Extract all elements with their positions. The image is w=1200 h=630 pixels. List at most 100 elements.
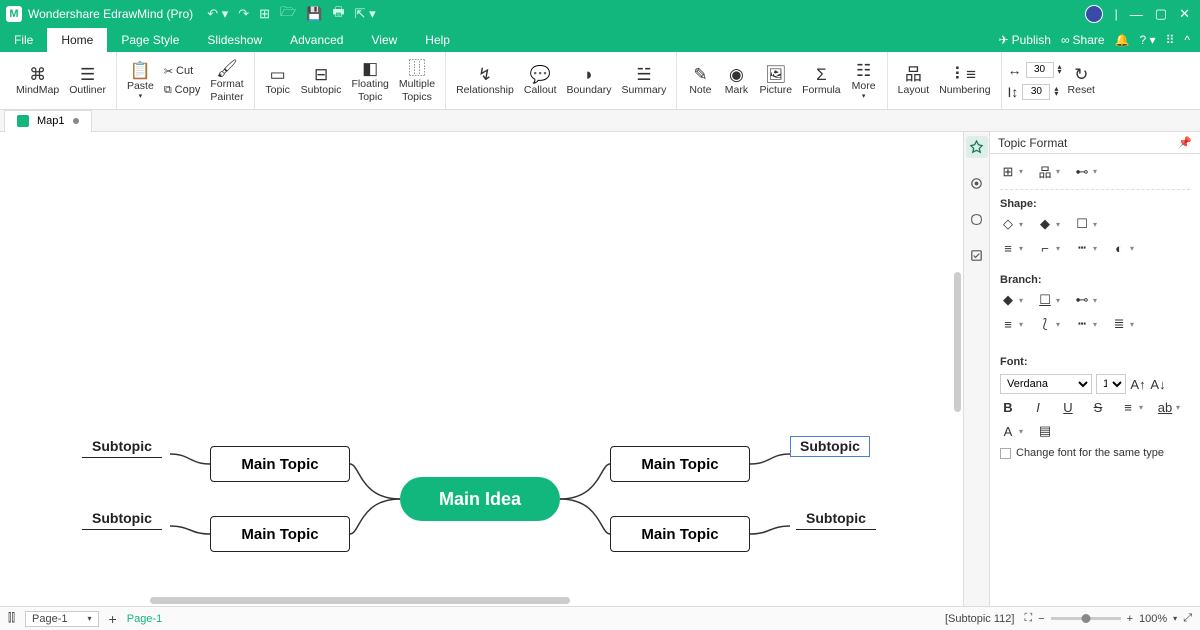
save-icon[interactable]: 💾 — [306, 6, 322, 22]
formula-button[interactable]: ΣFormula — [798, 62, 845, 98]
font-name-select[interactable]: Verdana — [1000, 374, 1092, 394]
layout-type-button[interactable]: ⊞▾ — [1000, 164, 1023, 180]
redo-icon[interactable]: ↷ — [238, 6, 249, 22]
branch-line-button[interactable]: ≡▾ — [1000, 317, 1023, 332]
menu-advanced[interactable]: Advanced — [276, 28, 357, 52]
layout-button[interactable]: 品Layout — [894, 62, 934, 98]
mindmap-button[interactable]: ⌘MindMap — [12, 62, 63, 98]
share-button[interactable]: ∞ Share — [1061, 33, 1105, 47]
bold-button[interactable]: B — [1000, 400, 1016, 415]
horizontal-scrollbar[interactable] — [150, 597, 570, 604]
open-icon[interactable]: 🗁 — [280, 3, 296, 25]
branch-curve-button[interactable]: ⟅▾ — [1037, 316, 1060, 332]
paste-button[interactable]: 📋Paste▾ — [123, 58, 158, 102]
zoom-out-button[interactable]: − — [1038, 613, 1044, 625]
picture-button[interactable]: 🖼Picture — [755, 62, 796, 98]
export-icon[interactable]: ⇱ ▾ — [355, 6, 376, 22]
subtopic[interactable]: Subtopic — [82, 436, 162, 458]
menu-slideshow[interactable]: Slideshow — [193, 28, 276, 52]
boundary-button[interactable]: ◗Boundary — [563, 62, 616, 98]
subtopic-selected[interactable]: Subtopic — [790, 436, 870, 457]
numbering-button[interactable]: ⠇≡Numbering — [935, 62, 994, 98]
page-tab[interactable]: Page-1 — [127, 613, 162, 625]
font-size-select[interactable]: 14 — [1096, 374, 1126, 394]
vertical-scrollbar[interactable] — [954, 272, 961, 412]
print-icon[interactable]: 🖶 — [332, 3, 344, 25]
maximize-button[interactable]: ▢ — [1155, 6, 1167, 22]
align-button[interactable]: ≡▾ — [1120, 400, 1143, 415]
fit-icon[interactable]: ⛶ — [1024, 612, 1032, 625]
undo-icon[interactable]: ↶ ▾ — [207, 6, 228, 22]
menu-file[interactable]: File — [0, 28, 47, 52]
outliner-button[interactable]: ☰Outliner — [65, 62, 110, 98]
shape-border-button[interactable]: ☐▾ — [1074, 216, 1097, 232]
branch-style-button[interactable]: ☐▾ — [1037, 292, 1060, 308]
reset-button[interactable]: ↻Reset — [1064, 62, 1099, 98]
close-button[interactable]: ✕ — [1179, 6, 1190, 22]
strike-button[interactable]: S — [1090, 400, 1106, 415]
italic-button[interactable]: I — [1030, 400, 1046, 415]
mark-button[interactable]: ◉Mark — [719, 62, 753, 98]
subtopic-button[interactable]: ⊟Subtopic — [297, 62, 346, 98]
subtopic[interactable]: Subtopic — [796, 508, 876, 530]
shape-color-button[interactable]: ◆▾ — [1037, 216, 1060, 232]
connector-style-button[interactable]: ⊷▾ — [1074, 164, 1097, 180]
menu-help[interactable]: Help — [411, 28, 464, 52]
canvas[interactable]: Main Idea Main Topic Main Topic Main Top… — [0, 132, 964, 606]
corner-button[interactable]: ⌐▾ — [1037, 241, 1060, 256]
topic-button[interactable]: ▭Topic — [261, 62, 295, 98]
note-button[interactable]: ✎Note — [683, 62, 717, 98]
page-selector[interactable]: Page-1▾ — [25, 611, 99, 627]
para-button[interactable]: ▤ — [1037, 423, 1053, 439]
document-tab[interactable]: Map1 — [4, 110, 92, 132]
underline-button[interactable]: U — [1060, 400, 1076, 415]
branch-color-button[interactable]: ◆▾ — [1000, 292, 1023, 308]
task-icon[interactable] — [966, 244, 988, 266]
menu-home[interactable]: Home — [47, 28, 107, 52]
theme-icon[interactable] — [966, 172, 988, 194]
menu-view[interactable]: View — [357, 28, 411, 52]
line-style-button[interactable]: ≡▾ — [1000, 241, 1023, 256]
dash-button[interactable]: ┅▾ — [1074, 240, 1097, 256]
branch-end-button[interactable]: ≣▾ — [1111, 316, 1134, 332]
collapse-ribbon-icon[interactable]: ^ — [1184, 33, 1190, 47]
clip-icon[interactable] — [966, 208, 988, 230]
menu-page-style[interactable]: Page Style — [107, 28, 193, 52]
minimize-button[interactable]: — — [1130, 7, 1143, 22]
summary-button[interactable]: ☱Summary — [618, 62, 671, 98]
pin-icon[interactable]: 📌 — [1178, 136, 1192, 149]
main-topic[interactable]: Main Topic — [610, 516, 750, 552]
zoom-slider[interactable] — [1051, 617, 1121, 620]
subtopic[interactable]: Subtopic — [82, 508, 162, 530]
shape-fill-button[interactable]: ◇▾ — [1000, 216, 1023, 232]
floating-topic-button[interactable]: ◧FloatingTopic — [348, 56, 393, 104]
shadow-button[interactable]: ◐▾ — [1111, 241, 1134, 256]
help-icon[interactable]: ? ▾ — [1140, 33, 1156, 47]
apps-icon[interactable]: ⠿ — [1166, 33, 1175, 47]
user-avatar-icon[interactable] — [1085, 5, 1103, 23]
central-topic[interactable]: Main Idea — [400, 477, 560, 521]
copy-button[interactable]: ⧉Copy — [160, 82, 205, 99]
new-icon[interactable]: ⊞ — [259, 6, 270, 22]
main-topic[interactable]: Main Topic — [210, 516, 350, 552]
format-icon[interactable] — [966, 136, 988, 158]
cut-button[interactable]: ✂Cut — [160, 63, 205, 80]
increase-font-button[interactable]: A↑ — [1130, 377, 1146, 392]
callout-button[interactable]: 💬Callout — [520, 62, 561, 98]
more-button[interactable]: ☷More▾ — [847, 58, 881, 102]
highlight-button[interactable]: ab▾ — [1157, 400, 1180, 415]
bell-icon[interactable]: 🔔 — [1115, 33, 1130, 47]
branch-connector-button[interactable]: ⊷▾ — [1074, 292, 1097, 308]
publish-button[interactable]: ✈ Publish — [999, 33, 1051, 47]
change-font-checkbox[interactable]: Change font for the same type — [1000, 447, 1190, 459]
branch-dash-button[interactable]: ┅▾ — [1074, 316, 1097, 332]
format-painter-button[interactable]: 🖌FormatPainter — [206, 56, 247, 104]
add-page-button[interactable]: + — [109, 611, 117, 627]
decrease-font-button[interactable]: A↓ — [1150, 377, 1166, 392]
font-color-button[interactable]: A▾ — [1000, 424, 1023, 439]
multiple-topics-button[interactable]: ⿲MultipleTopics — [395, 56, 439, 104]
main-topic[interactable]: Main Topic — [610, 446, 750, 482]
outline-view-icon[interactable]: ⫿⫿ — [8, 612, 15, 625]
height-spinner[interactable]: I↕▴▾ — [1008, 84, 1062, 100]
main-topic[interactable]: Main Topic — [210, 446, 350, 482]
